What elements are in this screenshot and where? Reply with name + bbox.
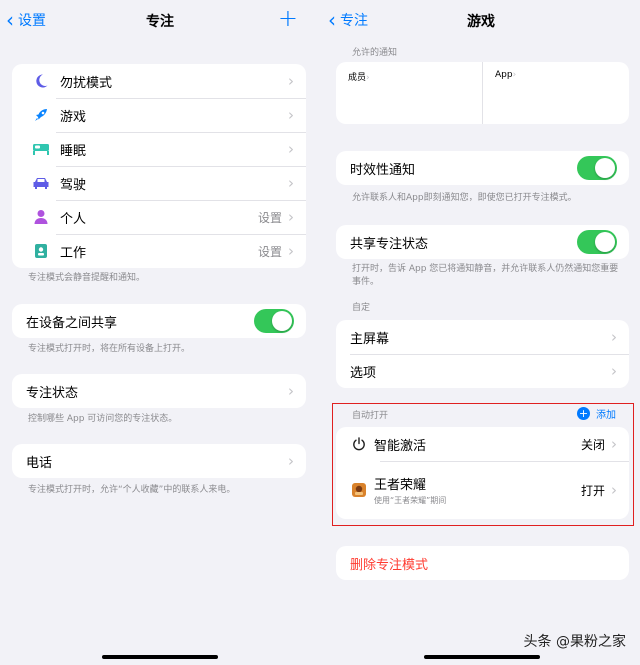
rocket-icon: [26, 107, 56, 123]
chevron-right-icon: ›: [288, 208, 294, 226]
nav-bar: ‹ 专注 游戏: [322, 0, 640, 40]
chevron-right-icon: ›: [288, 72, 294, 90]
chevron-right-icon: ›: [288, 242, 294, 260]
share-across-devices-footnote: 专注模式打开时，将在所有设备上打开。: [28, 344, 191, 354]
chevron-right-icon: ›: [366, 73, 370, 83]
focus-status-footnote: 控制哪些 App 可访问您的专注状态。: [28, 414, 178, 424]
phone-row[interactable]: 电话 ›: [12, 444, 306, 478]
delete-focus-label: 删除专注模式: [350, 557, 429, 573]
customize-group: 主屏幕 › 选项 ›: [336, 320, 629, 388]
bed-icon: [26, 142, 56, 156]
time-sensitive-footnote: 允许联系人和App即刻通知您，即使您已打开专注模式。: [352, 193, 577, 203]
add-focus-button[interactable]: +: [278, 4, 298, 32]
focus-modes-footnote: 专注模式会静音提醒和通知。: [28, 273, 146, 283]
focus-mode-label: 游戏: [60, 109, 87, 125]
allowed-people-cell[interactable]: 成员›: [336, 62, 483, 124]
share-status-group: 共享专注状态: [336, 225, 629, 259]
focus-mode-work[interactable]: 工作 设置 ›: [12, 234, 306, 268]
allowed-apps-cell[interactable]: App›: [483, 62, 629, 124]
chevron-right-icon: ›: [288, 106, 294, 124]
focus-mode-driving[interactable]: 驾驶 ›: [12, 166, 306, 200]
share-status-toggle[interactable]: [577, 230, 617, 254]
focus-mode-label: 睡眠: [60, 143, 87, 159]
badge-icon: [26, 243, 56, 259]
focus-status-group: 专注状态 ›: [12, 374, 306, 408]
delete-focus-button[interactable]: 删除专注模式: [336, 546, 629, 580]
home-screen-label: 主屏幕: [350, 331, 390, 347]
delete-group: 删除专注模式: [336, 546, 629, 580]
allowed-notifications-header: 允许的通知: [352, 48, 398, 58]
phone-label: 电话: [26, 455, 53, 471]
gaming-focus-pane: ‹ 专注 游戏 允许的通知 成员› App› 时效性通知 允许联系人和App即刻…: [322, 0, 640, 665]
share-status-row: 共享专注状态: [336, 225, 629, 259]
chevron-right-icon: ›: [288, 140, 294, 158]
moon-icon: [26, 73, 56, 89]
page-title: 游戏: [467, 14, 495, 30]
nav-bar: ‹ 设置 专注 +: [0, 0, 320, 40]
focus-status-label: 专注状态: [26, 385, 79, 401]
chevron-right-icon: ›: [512, 70, 517, 80]
chevron-right-icon: ›: [611, 328, 617, 346]
focus-mode-label: 工作: [60, 245, 87, 261]
customize-header: 自定: [352, 303, 371, 313]
chevron-right-icon: ›: [288, 382, 294, 400]
focus-mode-value: 设置: [257, 244, 282, 259]
time-sensitive-group: 时效性通知: [336, 151, 629, 185]
allowed-notifications-group: 成员› App›: [336, 62, 629, 124]
focus-mode-dnd[interactable]: 勿扰模式 ›: [12, 64, 306, 98]
focus-mode-value: 设置: [257, 210, 282, 225]
focus-settings-pane: ‹ 设置 专注 + 勿扰模式 › 游戏 › 睡眠 › 驾驶 › 个人 设置 › …: [0, 0, 320, 665]
focus-mode-sleep[interactable]: 睡眠 ›: [12, 132, 306, 166]
home-indicator: [102, 655, 218, 659]
home-screen-row[interactable]: 主屏幕 ›: [336, 320, 629, 354]
focus-status-row[interactable]: 专注状态 ›: [12, 374, 306, 408]
focus-mode-label: 驾驶: [60, 177, 87, 193]
car-icon: [26, 176, 56, 190]
share-status-footnote: 打开时，告诉 App 您已将通知静音，并允许联系人仍然通知您重要事件。: [352, 264, 619, 287]
focus-mode-personal[interactable]: 个人 设置 ›: [12, 200, 306, 234]
options-row[interactable]: 选项 ›: [336, 354, 629, 388]
page-title: 专注: [146, 14, 174, 30]
chevron-right-icon: ›: [288, 452, 294, 470]
focus-mode-label: 个人: [60, 211, 87, 227]
share-across-devices-group: 在设备之间共享: [12, 304, 306, 338]
focus-modes-list: 勿扰模式 › 游戏 › 睡眠 › 驾驶 › 个人 设置 › 工作 设置 ›: [12, 64, 306, 268]
share-across-devices-toggle[interactable]: [254, 309, 294, 333]
focus-mode-label: 勿扰模式: [60, 75, 113, 91]
allowed-apps-label: App: [495, 70, 513, 80]
share-across-devices-row: 在设备之间共享: [12, 304, 306, 338]
person-icon: [26, 209, 56, 225]
home-indicator: [424, 655, 540, 659]
allowed-people-label: 成员: [348, 73, 367, 83]
options-label: 选项: [350, 365, 377, 381]
phone-footnote: 专注模式打开时，允许“个人收藏”中的联系人来电。: [28, 485, 236, 495]
chevron-right-icon: ›: [288, 174, 294, 192]
phone-group: 电话 ›: [12, 444, 306, 478]
focus-mode-gaming[interactable]: 游戏 ›: [12, 98, 306, 132]
watermark: 头条 @果粉之家: [523, 634, 626, 650]
time-sensitive-row: 时效性通知: [336, 151, 629, 185]
highlight-box: [332, 403, 634, 526]
chevron-right-icon: ›: [611, 362, 617, 380]
time-sensitive-toggle[interactable]: [577, 156, 617, 180]
